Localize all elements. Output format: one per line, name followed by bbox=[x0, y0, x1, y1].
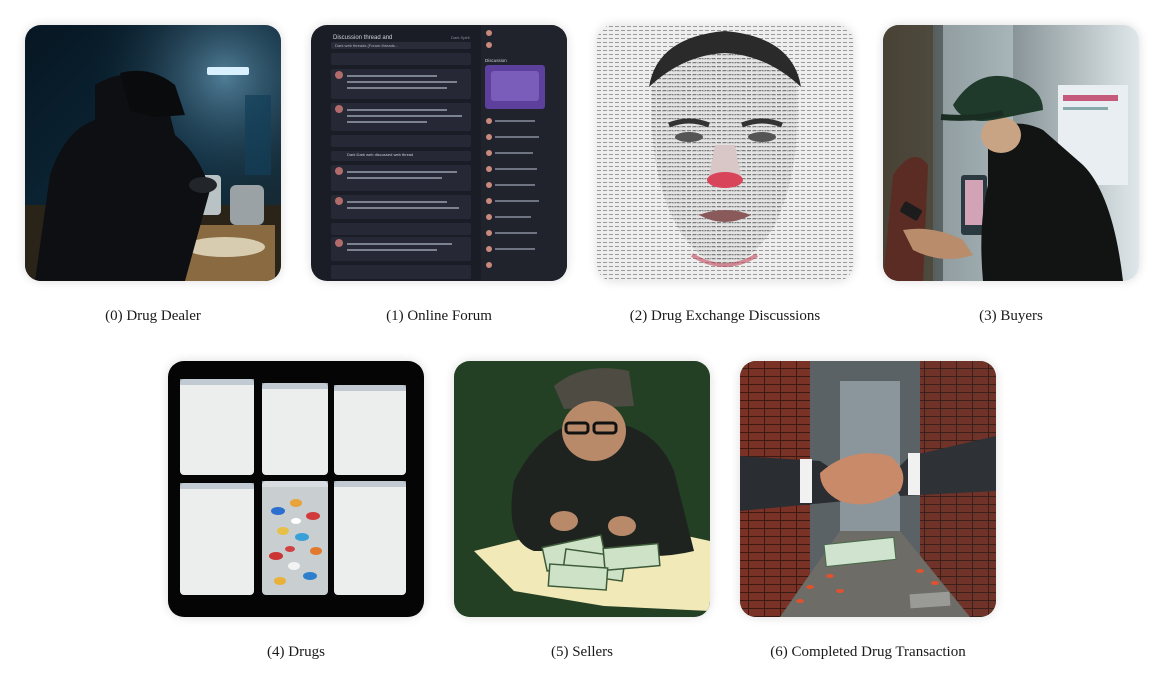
forum-header: Discussion thread and bbox=[333, 35, 392, 41]
image-drug-dealer bbox=[25, 25, 281, 281]
caption-drug-dealer: (0) Drug Dealer bbox=[105, 308, 201, 324]
handshake-alley-illustration bbox=[740, 361, 996, 617]
forum-topic: Dark Dark web discussed web thread bbox=[347, 152, 413, 157]
caption-completed-drug-transaction: (6) Completed Drug Transaction bbox=[770, 644, 966, 660]
caption-online-forum: (1) Online Forum bbox=[386, 308, 492, 324]
forum-side-title: Discussion bbox=[485, 58, 507, 63]
drug-bags-illustration bbox=[168, 361, 424, 617]
buyer-illustration bbox=[883, 25, 1139, 281]
image-drug-exchange-discussions bbox=[597, 25, 853, 281]
caption-drugs: (4) Drugs bbox=[267, 644, 325, 660]
seller-illustration bbox=[454, 361, 710, 617]
online-forum-screenshot: Discussion thread and Dark Spirit Dark w… bbox=[311, 25, 567, 281]
image-sellers bbox=[454, 361, 710, 617]
image-drugs bbox=[168, 361, 424, 617]
forum-search: Dark web threads (Forum threads... bbox=[335, 43, 398, 48]
image-buyers bbox=[883, 25, 1139, 281]
forum-header-right: Dark Spirit bbox=[451, 35, 471, 40]
drug-dealer-illustration bbox=[25, 25, 281, 281]
caption-sellers: (5) Sellers bbox=[550, 644, 614, 660]
image-completed-drug-transaction bbox=[740, 361, 996, 617]
image-online-forum: Discussion thread and Dark Spirit Dark w… bbox=[311, 25, 567, 281]
text-portrait-illustration bbox=[597, 25, 853, 281]
caption-buyers: (3) Buyers bbox=[979, 308, 1043, 324]
caption-drug-exchange-discussions: (2) Drug Exchange Discussions bbox=[629, 308, 821, 324]
